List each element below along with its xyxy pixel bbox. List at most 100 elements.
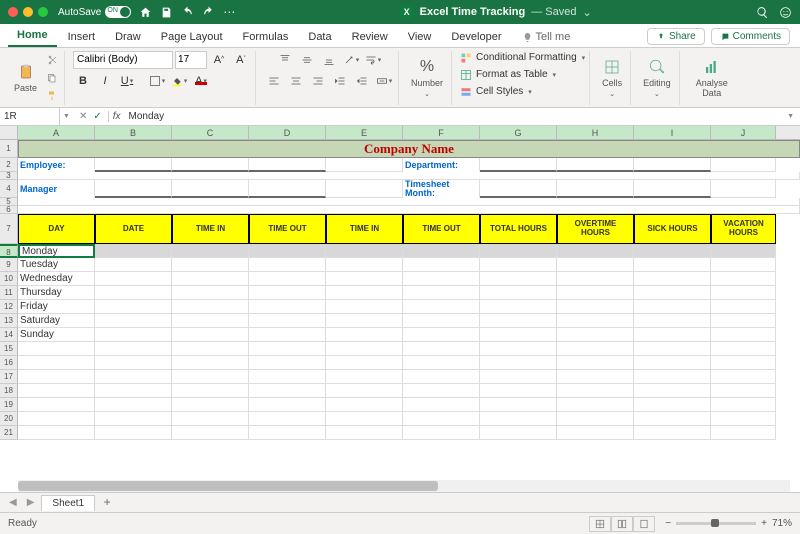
timesheet-label[interactable]: Timesheet Month: [403,180,480,198]
row-header[interactable]: 9 [0,258,18,272]
bold-button[interactable]: B [73,72,93,90]
cell[interactable] [95,286,172,300]
italic-button[interactable]: I [95,72,115,90]
cell[interactable] [480,314,557,328]
cell[interactable] [172,412,249,426]
zoom-slider[interactable] [676,522,756,525]
cell[interactable] [634,356,711,370]
day-cell[interactable]: Monday [18,244,95,258]
spreadsheet-grid[interactable]: A B C D E F G H I J 1Company Name 2Emplo… [0,126,800,492]
cell[interactable] [18,206,800,214]
employee-label[interactable]: Employee: [18,158,95,172]
align-center-button[interactable] [286,72,306,90]
cell[interactable] [557,356,634,370]
col-header[interactable]: A [18,126,95,139]
minimize-window-icon[interactable] [23,7,33,17]
format-as-table-button[interactable]: Format as Table [460,68,556,82]
zoom-in-button[interactable]: + [761,518,767,529]
day-cell[interactable]: Friday [18,300,95,314]
cell[interactable] [326,426,403,440]
cell[interactable] [403,426,480,440]
row-header[interactable]: 7 [0,214,18,244]
autosave-switch-icon[interactable] [105,6,131,18]
paste-button[interactable]: Paste [10,61,41,95]
row-header[interactable]: 13 [0,314,18,328]
zoom-thumb[interactable] [711,519,719,527]
save-icon[interactable] [160,6,173,19]
tab-data[interactable]: Data [299,27,340,47]
close-window-icon[interactable] [8,7,18,17]
timesheet-input[interactable] [480,180,557,198]
font-name-select[interactable] [73,51,173,69]
row-header[interactable]: 21 [0,426,18,440]
align-right-button[interactable] [308,72,328,90]
col-header[interactable]: I [634,126,711,139]
tab-view[interactable]: View [399,27,441,47]
cell[interactable] [249,258,326,272]
cell[interactable] [326,398,403,412]
cell[interactable] [403,314,480,328]
autosave-toggle[interactable]: AutoSave [58,6,131,18]
row-header[interactable]: 18 [0,384,18,398]
row-header[interactable]: 6 [0,206,18,214]
zoom-out-button[interactable]: − [665,518,671,529]
namebox-dropdown-icon[interactable]: ▼ [60,113,73,120]
cell[interactable] [557,314,634,328]
cell[interactable] [172,180,249,198]
hdr-date[interactable]: DATE [95,214,172,244]
manager-input[interactable] [95,180,172,198]
cell[interactable] [634,244,711,258]
fill-color-button[interactable] [169,72,189,90]
align-bottom-button[interactable] [319,51,339,69]
cell[interactable] [403,328,480,342]
row-header[interactable]: 4 [0,180,18,198]
cell[interactable] [403,300,480,314]
cell[interactable] [557,412,634,426]
cell[interactable] [326,384,403,398]
cell[interactable] [18,370,95,384]
sheet-tab-1[interactable]: Sheet1 [41,495,95,511]
cell[interactable] [172,356,249,370]
fx-icon[interactable]: fx [109,111,125,122]
cell[interactable] [18,172,800,180]
cell[interactable] [172,370,249,384]
share-button[interactable]: Share [647,28,705,45]
row-header[interactable]: 20 [0,412,18,426]
col-header[interactable]: E [326,126,403,139]
col-header[interactable]: H [557,126,634,139]
cell[interactable] [18,384,95,398]
col-header[interactable]: C [172,126,249,139]
increase-indent-button[interactable] [352,72,372,90]
cell[interactable] [403,272,480,286]
cell[interactable] [634,342,711,356]
col-header[interactable]: G [480,126,557,139]
font-color-button[interactable]: A [191,72,211,90]
search-icon[interactable] [756,6,769,19]
cell[interactable] [95,356,172,370]
tab-page-layout[interactable]: Page Layout [152,27,232,47]
day-cell[interactable]: Tuesday [18,258,95,272]
cell[interactable] [18,356,95,370]
cell-styles-button[interactable]: Cell Styles [460,85,532,99]
tab-review[interactable]: Review [343,27,397,47]
cell[interactable] [403,286,480,300]
page-break-view-button[interactable] [633,516,655,532]
cell[interactable] [711,426,776,440]
hdr-timeout2[interactable]: TIME OUT [403,214,480,244]
cell[interactable] [95,272,172,286]
cell[interactable] [172,314,249,328]
cell[interactable] [249,314,326,328]
hdr-total[interactable]: TOTAL HOURS [480,214,557,244]
cell[interactable] [711,258,776,272]
cell[interactable] [249,398,326,412]
cell[interactable] [403,244,480,258]
sheet-nav-right[interactable]: ▶ [24,497,38,508]
borders-button[interactable] [147,72,167,90]
cell[interactable] [634,300,711,314]
cell[interactable] [557,370,634,384]
cell[interactable] [326,412,403,426]
cell[interactable] [403,384,480,398]
cell[interactable] [326,342,403,356]
title-dropdown-icon[interactable]: ⌄ [582,6,591,19]
cell[interactable] [172,158,249,172]
